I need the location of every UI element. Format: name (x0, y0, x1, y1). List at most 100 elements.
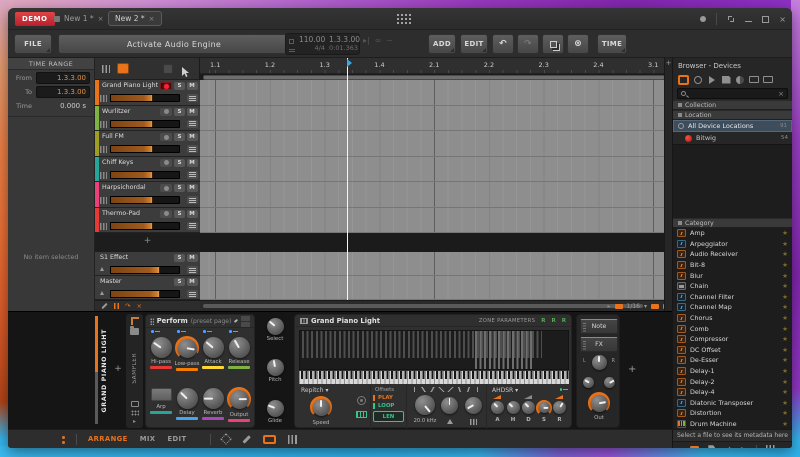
favorite-star-icon[interactable]: ★ (782, 367, 788, 375)
tool-box-icon[interactable] (163, 64, 173, 74)
browser-category-item[interactable]: Delay-2★ (673, 376, 792, 387)
cancel-icon[interactable]: ⊗ (567, 34, 589, 54)
favorite-star-icon[interactable]: ★ (782, 314, 788, 322)
plugins-tab-icon[interactable] (749, 76, 759, 83)
activate-audio-engine-button[interactable]: Activate Audio Engine (58, 34, 290, 54)
time-mode-button[interactable]: TIME (597, 34, 627, 54)
mute-button[interactable]: M (187, 184, 198, 192)
project-tab-new1[interactable]: New 1 * × (48, 11, 110, 26)
ruler-label[interactable]: 2.1 (429, 61, 439, 69)
window-minimize-icon[interactable] (745, 20, 752, 22)
len-toggle-button[interactable]: LEN (373, 411, 404, 422)
arp-control[interactable]: Arp (148, 380, 174, 429)
zone-mode-button[interactable]: R (552, 318, 556, 324)
favorite-star-icon[interactable]: ★ (782, 303, 788, 311)
track-meter-button[interactable] (187, 94, 198, 102)
browser-category-item[interactable]: Delay-4★ (673, 387, 792, 398)
filter-shape-icon[interactable] (438, 387, 445, 392)
browser-sort-icon[interactable]: ⇄ (724, 446, 731, 448)
clear-mini-icon[interactable]: × (136, 303, 141, 310)
ruler-label[interactable]: 2.4 (593, 61, 603, 69)
favorite-star-icon[interactable]: ★ (782, 409, 788, 417)
files-tab-icon[interactable] (722, 76, 731, 84)
tempo-display[interactable]: 110.00 (299, 36, 325, 44)
timeline-scrollbar[interactable] (203, 75, 665, 80)
filter-shape-icon[interactable] (447, 387, 454, 392)
width-knob[interactable] (583, 377, 594, 388)
time-display[interactable]: 0:01.363 (329, 45, 357, 52)
zoom-in-icon[interactable]: + (665, 58, 672, 68)
knob[interactable] (267, 318, 284, 335)
knob[interactable] (267, 400, 284, 417)
audio-event-icon[interactable] (651, 304, 659, 309)
solo-button[interactable]: S (174, 278, 185, 286)
pan-knob[interactable] (592, 355, 607, 370)
add-device-start-button[interactable]: + (112, 364, 124, 378)
record-arm-button[interactable] (160, 108, 172, 116)
vst-tab-icon[interactable] (763, 76, 773, 83)
favorite-star-icon[interactable]: ★ (782, 388, 788, 396)
favorite-star-icon[interactable]: ★ (782, 335, 788, 343)
mute-button[interactable]: M (187, 210, 198, 218)
filter-shape-icon[interactable] (456, 387, 463, 392)
volume-slider[interactable] (110, 222, 180, 230)
track-header[interactable]: MasterSM (95, 276, 200, 300)
browser-category-item[interactable]: Channel Filter★ (673, 292, 792, 303)
solo-button[interactable]: S (174, 254, 185, 262)
presets-tab-icon[interactable] (694, 76, 702, 84)
automation-follow-icon[interactable] (114, 303, 119, 309)
collection-section-header[interactable]: Collection (673, 100, 792, 110)
ruler-label[interactable]: 1.3 (320, 61, 330, 69)
volume-slider[interactable] (110, 171, 180, 179)
drag-grip-icon[interactable] (150, 318, 154, 325)
browser-device-filter-icon[interactable] (690, 446, 699, 448)
volume-slider[interactable] (110, 290, 180, 298)
knob[interactable] (229, 337, 250, 358)
track-meter-button[interactable] (187, 171, 198, 179)
browser-category-item[interactable]: Drum Machine★ (673, 419, 792, 430)
arranger-track-lane[interactable] (200, 208, 672, 234)
volume-slider[interactable] (110, 120, 180, 128)
track-header[interactable]: HarpsichordalSM (95, 182, 200, 208)
favorite-star-icon[interactable]: ★ (782, 250, 788, 258)
r-env-knob[interactable] (553, 401, 566, 414)
track-header[interactable]: Chiff KeysSM (95, 157, 200, 183)
playhead-marker-icon[interactable] (347, 59, 352, 67)
track-header[interactable]: Grand Piano LightSM (95, 80, 200, 106)
loop-icon[interactable]: ∞ (375, 36, 382, 45)
filter-shape-icon[interactable] (474, 387, 481, 392)
knob[interactable] (178, 339, 197, 358)
browser-file-icon[interactable] (708, 445, 715, 448)
mute-button[interactable]: M (187, 133, 198, 141)
favorite-star-icon[interactable]: ★ (782, 240, 788, 248)
track-header[interactable]: Full FMSM (95, 131, 200, 157)
hi-pass-control[interactable]: Hi-pass (148, 329, 174, 378)
record-arm-button[interactable] (160, 82, 172, 90)
window-maximize-icon[interactable] (762, 16, 769, 23)
volume-slider[interactable] (110, 94, 180, 102)
edit-button[interactable]: EDIT (460, 34, 488, 54)
panel-menu-icon[interactable] (62, 436, 65, 439)
track-header[interactable]: WurlitzerSM (95, 106, 200, 132)
ruler-label[interactable]: 1.4 (374, 61, 384, 69)
vertical-zoom-strip[interactable]: + (664, 58, 672, 311)
track-meter-button[interactable] (187, 145, 198, 153)
follow-playhead-icon[interactable]: ▸ (607, 303, 610, 310)
snap-toggle-icon[interactable] (220, 433, 231, 444)
time-signature-display[interactable]: 4/4 (299, 45, 325, 52)
filter-shape-icon[interactable] (465, 387, 472, 392)
duplicate-icon[interactable] (542, 34, 564, 54)
from-value-field[interactable]: 1.3.3.00 (36, 72, 90, 84)
record-indicator-icon[interactable] (700, 16, 706, 22)
solo-button[interactable]: S (174, 210, 185, 218)
add-device-end-button[interactable]: + (628, 364, 636, 375)
arranger-track-lane[interactable] (200, 182, 672, 208)
wrench-icon[interactable] (234, 319, 238, 323)
browser-category-item[interactable]: Arpeggiator★ (673, 239, 792, 250)
project-tab-new2[interactable]: New 2 * × (108, 11, 162, 26)
arranger-track-lane[interactable] (200, 80, 672, 106)
filter-shape-icon[interactable] (420, 387, 427, 392)
browser-search-input[interactable]: × (677, 88, 788, 99)
browser-category-item[interactable]: Amp★ (673, 228, 792, 239)
file-menu-button[interactable]: FILE (14, 34, 52, 54)
